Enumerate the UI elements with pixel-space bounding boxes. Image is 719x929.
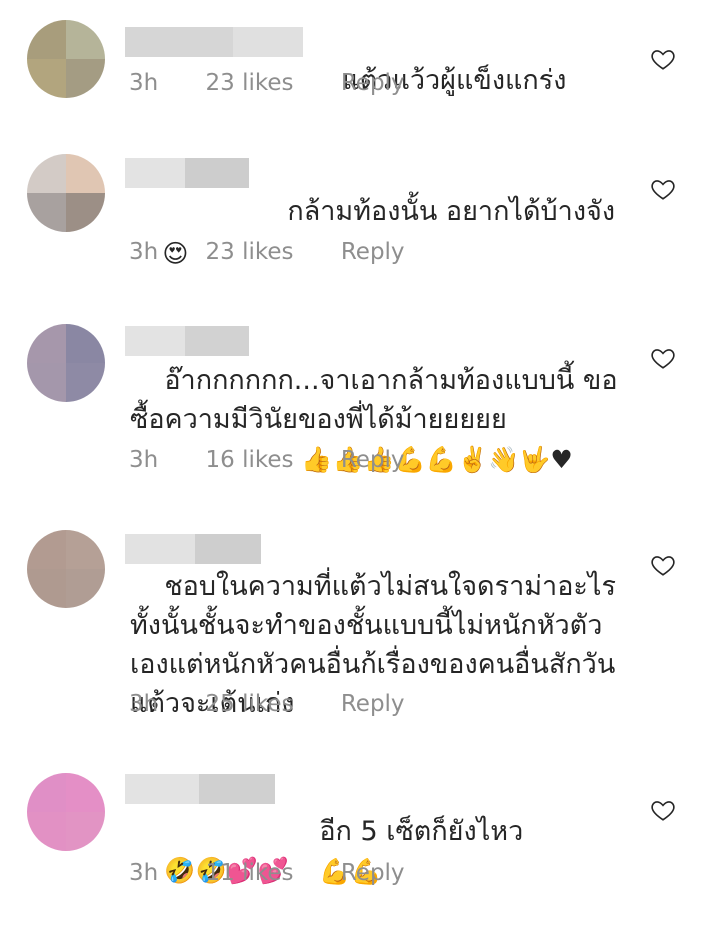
avatar[interactable] — [27, 20, 105, 98]
timestamp[interactable]: 3h — [129, 70, 158, 96]
reply-button[interactable]: Reply — [341, 447, 405, 473]
avatar-part — [66, 773, 105, 812]
heart-icon[interactable] — [650, 552, 676, 578]
avatar-part — [27, 193, 66, 232]
avatar-part — [27, 154, 66, 193]
like-count[interactable]: 11 likes — [206, 860, 294, 886]
avatar-part — [66, 569, 105, 608]
avatar[interactable] — [27, 773, 105, 851]
username-redacted[interactable] — [125, 774, 275, 804]
heart-icon[interactable] — [650, 176, 676, 202]
comment-text: ชอบในความที่แต้วไม่สนใจดราม่าอะไรทั้งนั้… — [130, 528, 629, 762]
heart-icon[interactable] — [650, 46, 676, 72]
timestamp[interactable]: 3h — [129, 239, 158, 265]
comment-meta: 3h 23 likes Reply — [129, 239, 405, 265]
avatar-part — [66, 324, 105, 363]
avatar-part — [66, 193, 105, 232]
avatar-part — [66, 363, 105, 402]
reply-button[interactable]: Reply — [341, 691, 405, 717]
avatar[interactable] — [27, 530, 105, 608]
like-count[interactable]: 16 likes — [206, 447, 294, 473]
avatar-part — [66, 59, 105, 98]
avatar-part — [27, 812, 66, 851]
avatar-part — [27, 363, 66, 402]
avatar-part — [27, 569, 66, 608]
reply-button[interactable]: Reply — [341, 860, 405, 886]
comment-meta: 3h 23 likes Reply — [129, 70, 405, 96]
timestamp[interactable]: 3h — [129, 691, 158, 717]
like-count[interactable]: 23 likes — [206, 70, 294, 96]
avatar-part — [27, 530, 66, 569]
username-redacted[interactable] — [125, 158, 249, 188]
avatar-part — [27, 59, 66, 98]
avatar-part — [27, 324, 66, 363]
avatar[interactable] — [27, 154, 105, 232]
avatar-part — [66, 530, 105, 569]
heart-icon[interactable] — [650, 797, 676, 823]
avatar-part — [27, 773, 66, 812]
avatar-part — [27, 20, 66, 59]
comment-meta: 3h 11 likes Reply — [129, 860, 405, 886]
reply-button[interactable]: Reply — [341, 239, 405, 265]
comment-meta: 3h 16 likes Reply — [129, 447, 405, 473]
avatar-part — [66, 20, 105, 59]
avatar[interactable] — [27, 324, 105, 402]
avatar-part — [66, 812, 105, 851]
like-count[interactable]: 25 likes — [206, 691, 294, 717]
avatar-part — [66, 154, 105, 193]
heart-icon[interactable] — [650, 345, 676, 371]
reply-button[interactable]: Reply — [341, 70, 405, 96]
like-count[interactable]: 23 likes — [206, 239, 294, 265]
timestamp[interactable]: 3h — [129, 447, 158, 473]
username-redacted[interactable] — [125, 27, 303, 57]
comment-meta: 3h 25 likes Reply — [129, 691, 405, 717]
timestamp[interactable]: 3h — [129, 860, 158, 886]
